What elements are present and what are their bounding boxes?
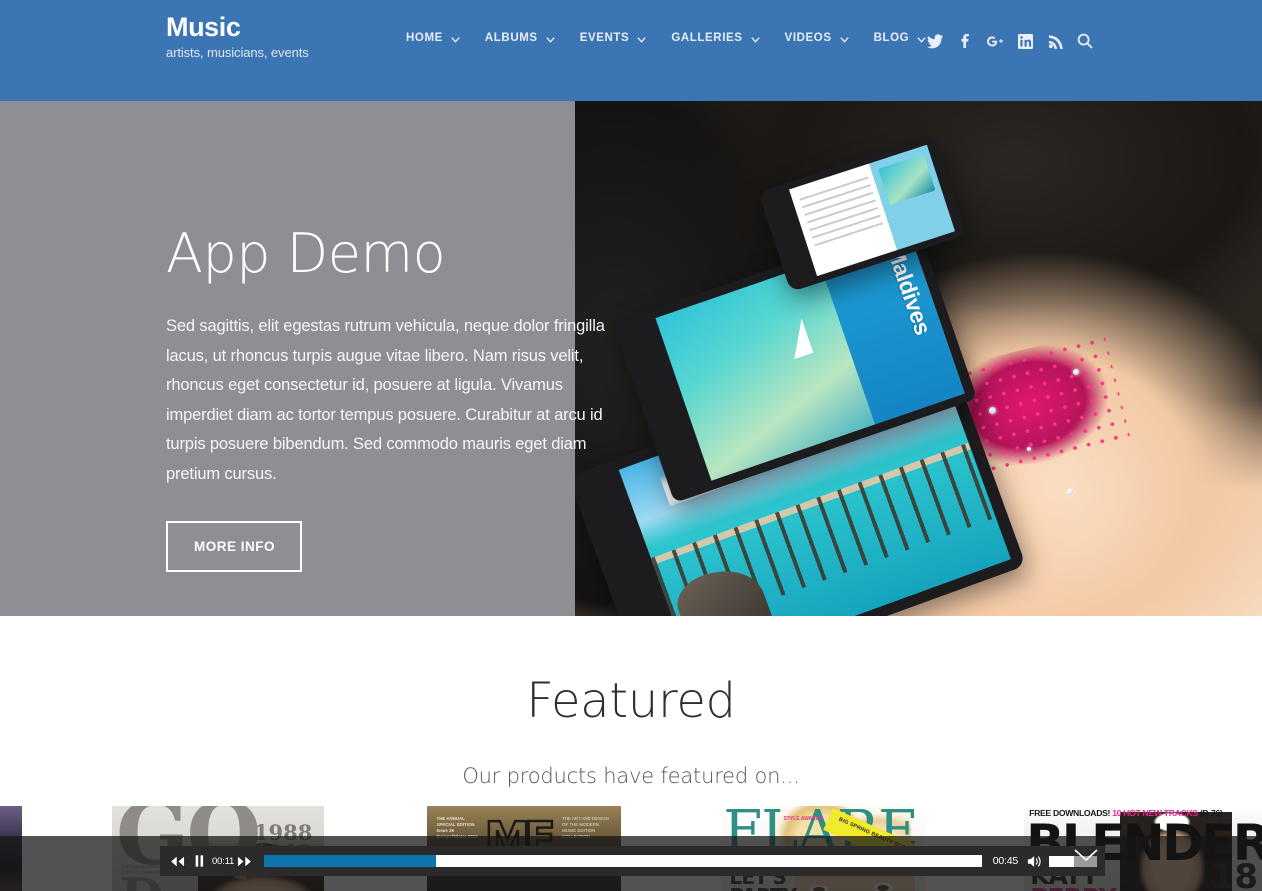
nav-label: GALLERIES <box>671 32 743 44</box>
nav-label: HOME <box>406 32 443 44</box>
search-icon[interactable] <box>1070 30 1100 52</box>
nav-item-albums[interactable]: ALBUMS <box>485 32 556 44</box>
site-header: Music artists, musicians, events HOME AL… <box>0 0 1262 101</box>
brand-tagline: artists, musicians, events <box>166 45 309 60</box>
gem-icon <box>1073 369 1079 375</box>
google-plus-icon[interactable] <box>980 30 1010 52</box>
media-player: 00:11 00:45 <box>160 846 1105 876</box>
hero-device-phone <box>758 134 967 293</box>
featured-subtitle: Our products have featured on... <box>462 764 800 788</box>
volume-slider[interactable] <box>1049 848 1098 867</box>
thumbnail-detail <box>878 154 936 206</box>
hero-copy: App Demo Sed sagittis, elit egestas rutr… <box>166 224 636 572</box>
chevron-down-icon <box>636 34 647 45</box>
pause-icon[interactable] <box>190 850 209 872</box>
nav-item-home[interactable]: HOME <box>406 32 461 44</box>
playback-progress-slider[interactable] <box>264 855 982 867</box>
elapsed-time: 00:11 <box>212 855 235 867</box>
chevron-down-icon <box>450 34 461 45</box>
page-root: Music artists, musicians, events HOME AL… <box>0 0 1262 891</box>
volume-fill <box>1049 855 1074 867</box>
nav-label: EVENTS <box>579 32 630 44</box>
rewind-icon[interactable] <box>168 850 187 872</box>
nav-item-videos[interactable]: VIDEOS <box>785 32 850 44</box>
featured-title: Featured <box>526 673 736 729</box>
nav-label: ALBUMS <box>484 32 538 44</box>
rss-icon[interactable] <box>1040 30 1070 52</box>
volume-speaker-icon[interactable] <box>1027 852 1043 870</box>
gem-icon <box>989 407 996 414</box>
total-time: 00:45 <box>992 855 1018 867</box>
hero-body-text: Sed sagittis, elit egestas rutrum vehicu… <box>166 317 605 483</box>
hero-image: Maldives <box>575 101 1262 616</box>
more-info-button[interactable]: MORE INFO <box>166 521 302 572</box>
linkedin-icon[interactable] <box>1010 30 1040 52</box>
social-links <box>920 30 1100 52</box>
playback-progress-fill <box>264 855 437 867</box>
facebook-icon[interactable] <box>950 30 980 52</box>
hero-banner: Maldives App Demo Sed sagittis, elit ege… <box>0 101 1262 616</box>
hero-title: App Demo <box>166 222 446 285</box>
chevron-down-icon <box>750 34 761 45</box>
twitter-icon[interactable] <box>920 30 950 52</box>
brand-title: Music <box>166 12 241 42</box>
chevron-down-icon <box>545 34 556 45</box>
nav-label: VIDEOS <box>784 32 832 44</box>
nav-item-galleries[interactable]: GALLERIES <box>671 32 760 44</box>
gem-icon <box>1027 447 1031 451</box>
gem-icon <box>1067 489 1073 495</box>
brand[interactable]: Music artists, musicians, events <box>166 11 309 62</box>
nav-item-events[interactable]: EVENTS <box>580 32 648 44</box>
fast-forward-icon[interactable] <box>235 850 254 872</box>
volume-handle-icon[interactable] <box>1073 848 1099 863</box>
text-lines-detail <box>799 176 884 249</box>
nav-label: BLOG <box>873 32 910 44</box>
device-screen <box>788 144 956 277</box>
sailboat-detail <box>782 318 814 360</box>
main-nav: HOME ALBUMS EVENTS GALLERIES VIDEOS BLOG <box>406 32 951 44</box>
chevron-down-icon <box>839 34 850 45</box>
flare-pink-text: STYLE AWARDS <box>783 816 823 822</box>
